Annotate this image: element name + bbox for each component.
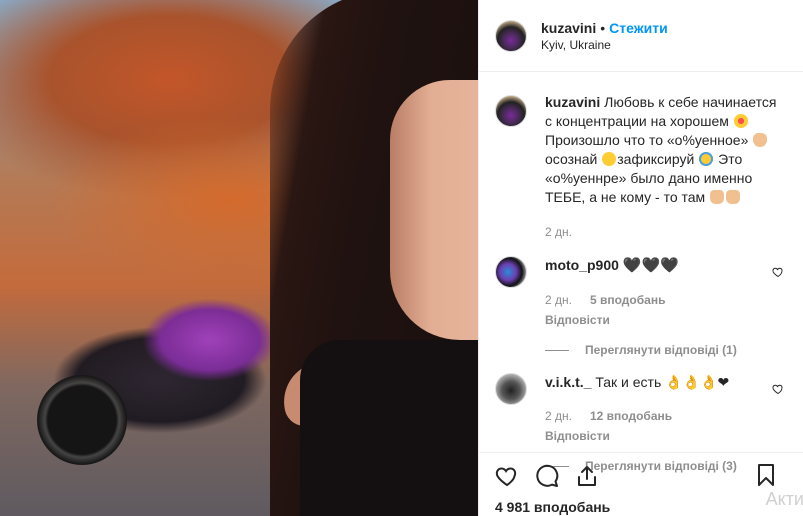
caption-time: 2 дн.: [545, 225, 572, 239]
shirt-shape: [300, 340, 478, 516]
reply-button[interactable]: Відповісти: [545, 311, 775, 329]
author-username[interactable]: kuzavini: [541, 20, 596, 36]
caption-body: kuzavini Любовь к себе начинается с конц…: [545, 93, 785, 242]
comment-avatar[interactable]: [495, 256, 527, 288]
comment-username[interactable]: v.i.k.t._: [545, 374, 591, 390]
comment-avatar[interactable]: [495, 373, 527, 405]
comment-heart-icon[interactable]: [772, 383, 784, 395]
caption-text-3: осознай: [545, 151, 598, 167]
header-separator: •: [600, 19, 606, 36]
post-side-panel: kuzavini • Стежити Kyiv, Ukraine kuzavin…: [478, 0, 803, 516]
likes-count[interactable]: 4 981 вподобань: [495, 499, 788, 515]
reply-button[interactable]: Відповісти: [545, 427, 775, 445]
view-replies-label: Переглянути відповіді (1): [585, 343, 737, 357]
comment-heart-icon[interactable]: [772, 266, 784, 278]
comment-likes[interactable]: 12 вподобань: [590, 407, 672, 425]
hand-emoji-icon: [710, 190, 725, 204]
caption-text-2: Произошло что то «о%уенное»: [545, 132, 749, 148]
header-info: kuzavini • Стежити Kyiv, Ukraine: [541, 20, 668, 52]
comment-meta: 2 дн. 12 вподобань: [545, 407, 775, 425]
author-avatar[interactable]: [495, 19, 527, 52]
comment-username[interactable]: moto_p900: [545, 257, 619, 273]
caption: kuzavini Любовь к себе начинается с конц…: [495, 93, 788, 242]
caption-text-4: зафиксируй: [617, 151, 695, 167]
comments-list[interactable]: kuzavini Любовь к себе начинается с конц…: [479, 73, 803, 473]
post-header: kuzavini • Стежити Kyiv, Ukraine: [479, 0, 803, 72]
comment-body: moto_p900 🖤🖤🖤 2 дн. 5 вподобань Відповіс…: [545, 256, 775, 329]
bookmark-icon[interactable]: [754, 463, 778, 487]
action-icons: [495, 461, 788, 491]
comment-emojis: 🖤🖤🖤: [622, 257, 679, 274]
comment-icon[interactable]: [535, 464, 559, 488]
comment-item: moto_p900 🖤🖤🖤 2 дн. 5 вподобань Відповіс…: [495, 256, 788, 329]
comment-time: 2 дн.: [545, 293, 572, 307]
comment-text: Так и есть: [595, 374, 662, 390]
comment-likes[interactable]: 5 вподобань: [590, 291, 665, 309]
post-location[interactable]: Kyiv, Ukraine: [541, 38, 668, 52]
face-shape: [390, 80, 478, 340]
heart-icon[interactable]: [495, 464, 519, 488]
face-emoji-icon: [699, 152, 714, 166]
comment-time: 2 дн.: [545, 409, 572, 423]
thumbs-up-emoji-icon: [726, 190, 741, 204]
caption-username[interactable]: kuzavini: [545, 94, 600, 110]
star-struck-emoji-icon: [733, 114, 748, 128]
comment-item: v.i.k.t._ Так и есть 👌👌👌❤ 2 дн. 12 вподо…: [495, 373, 788, 445]
post-photo[interactable]: [0, 0, 478, 516]
view-replies-button[interactable]: Переглянути відповіді (1): [545, 343, 788, 357]
comment-meta: 2 дн. 5 вподобань: [545, 291, 775, 309]
upside-down-emoji-icon: [602, 152, 617, 166]
follow-button[interactable]: Стежити: [609, 20, 668, 36]
comment-emojis: 👌👌👌❤: [665, 374, 730, 390]
motorcycle-image: [10, 270, 310, 500]
share-icon[interactable]: [575, 464, 599, 488]
replies-divider: [545, 349, 569, 351]
caption-avatar[interactable]: [495, 95, 527, 127]
ok-hand-emoji-icon: [753, 133, 768, 147]
comment-body: v.i.k.t._ Так и есть 👌👌👌❤ 2 дн. 12 вподо…: [545, 373, 775, 445]
activate-windows-watermark: Акти: [765, 489, 803, 509]
post-actions: 4 981 вподобань Акти: [479, 452, 803, 516]
